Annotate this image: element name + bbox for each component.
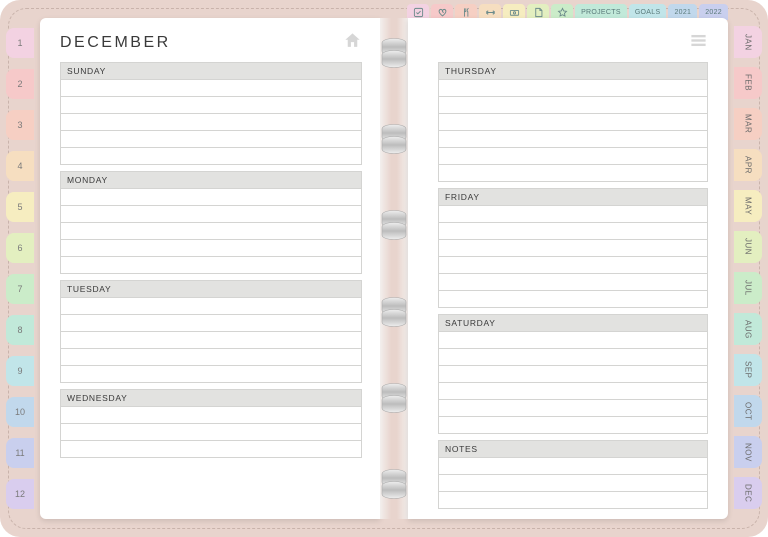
- left-tab-9[interactable]: 9: [6, 356, 34, 386]
- month-tab-jun[interactable]: JUN: [734, 231, 762, 263]
- left-tab-5[interactable]: 5: [6, 192, 34, 222]
- left-page: DECEMBER SUNDAY MONDAY TUESDAY WEDNESDAY: [40, 18, 380, 519]
- day-header-wednesday: WEDNESDAY: [60, 389, 362, 407]
- left-tab-10[interactable]: 10: [6, 397, 34, 427]
- day-header-notes: NOTES: [438, 440, 708, 458]
- left-tab-4[interactable]: 4: [6, 151, 34, 181]
- day-lines[interactable]: [60, 298, 362, 383]
- month-tab-nov[interactable]: NOV: [734, 436, 762, 468]
- day-header-sunday: SUNDAY: [60, 62, 362, 80]
- menu-icon[interactable]: [689, 31, 708, 55]
- left-tab-2[interactable]: 2: [6, 69, 34, 99]
- day-header-friday: FRIDAY: [438, 188, 708, 206]
- month-tab-jan[interactable]: JAN: [734, 26, 762, 58]
- day-lines[interactable]: [438, 332, 708, 434]
- month-tab-may[interactable]: MAY: [734, 190, 762, 222]
- day-header-monday: MONDAY: [60, 171, 362, 189]
- left-number-tabs: 123456789101112: [6, 28, 34, 509]
- left-tab-12[interactable]: 12: [6, 479, 34, 509]
- right-month-tabs: JAN FEB MAR APR MAY JUN JUL AUG SEP OCT NOV DEC: [734, 26, 762, 509]
- left-tab-11[interactable]: 11: [6, 438, 34, 468]
- day-lines[interactable]: [60, 80, 362, 165]
- left-tab-8[interactable]: 8: [6, 315, 34, 345]
- left-tab-3[interactable]: 3: [6, 110, 34, 140]
- day-lines[interactable]: [60, 189, 362, 274]
- month-tab-aug[interactable]: AUG: [734, 313, 762, 345]
- day-lines[interactable]: [60, 407, 362, 458]
- binder-cover: 123456789101112 JANFEBMARAPRMAYJUNJULAUG…: [0, 0, 768, 537]
- right-page: THURSDAY FRIDAY SATURDAY NOTES: [408, 18, 728, 519]
- day-lines[interactable]: [438, 80, 708, 182]
- month-tab-apr[interactable]: APR: [734, 149, 762, 181]
- month-tab-dec[interactable]: DEC: [734, 477, 762, 509]
- left-tab-1[interactable]: 1: [6, 28, 34, 58]
- day-lines[interactable]: [438, 458, 708, 509]
- home-icon[interactable]: [343, 31, 362, 55]
- month-tab-feb[interactable]: FEB: [734, 67, 762, 99]
- month-tab-jul[interactable]: JUL: [734, 272, 762, 304]
- month-tab-sep[interactable]: SEP: [734, 354, 762, 386]
- month-tab-oct[interactable]: OCT: [734, 395, 762, 427]
- left-tab-6[interactable]: 6: [6, 233, 34, 263]
- month-tab-mar[interactable]: MAR: [734, 108, 762, 140]
- day-header-thursday: THURSDAY: [438, 62, 708, 80]
- month-title: DECEMBER: [60, 34, 171, 52]
- day-header-tuesday: TUESDAY: [60, 280, 362, 298]
- day-header-saturday: SATURDAY: [438, 314, 708, 332]
- left-tab-7[interactable]: 7: [6, 274, 34, 304]
- binder-rings: [378, 35, 410, 502]
- day-lines[interactable]: [438, 206, 708, 308]
